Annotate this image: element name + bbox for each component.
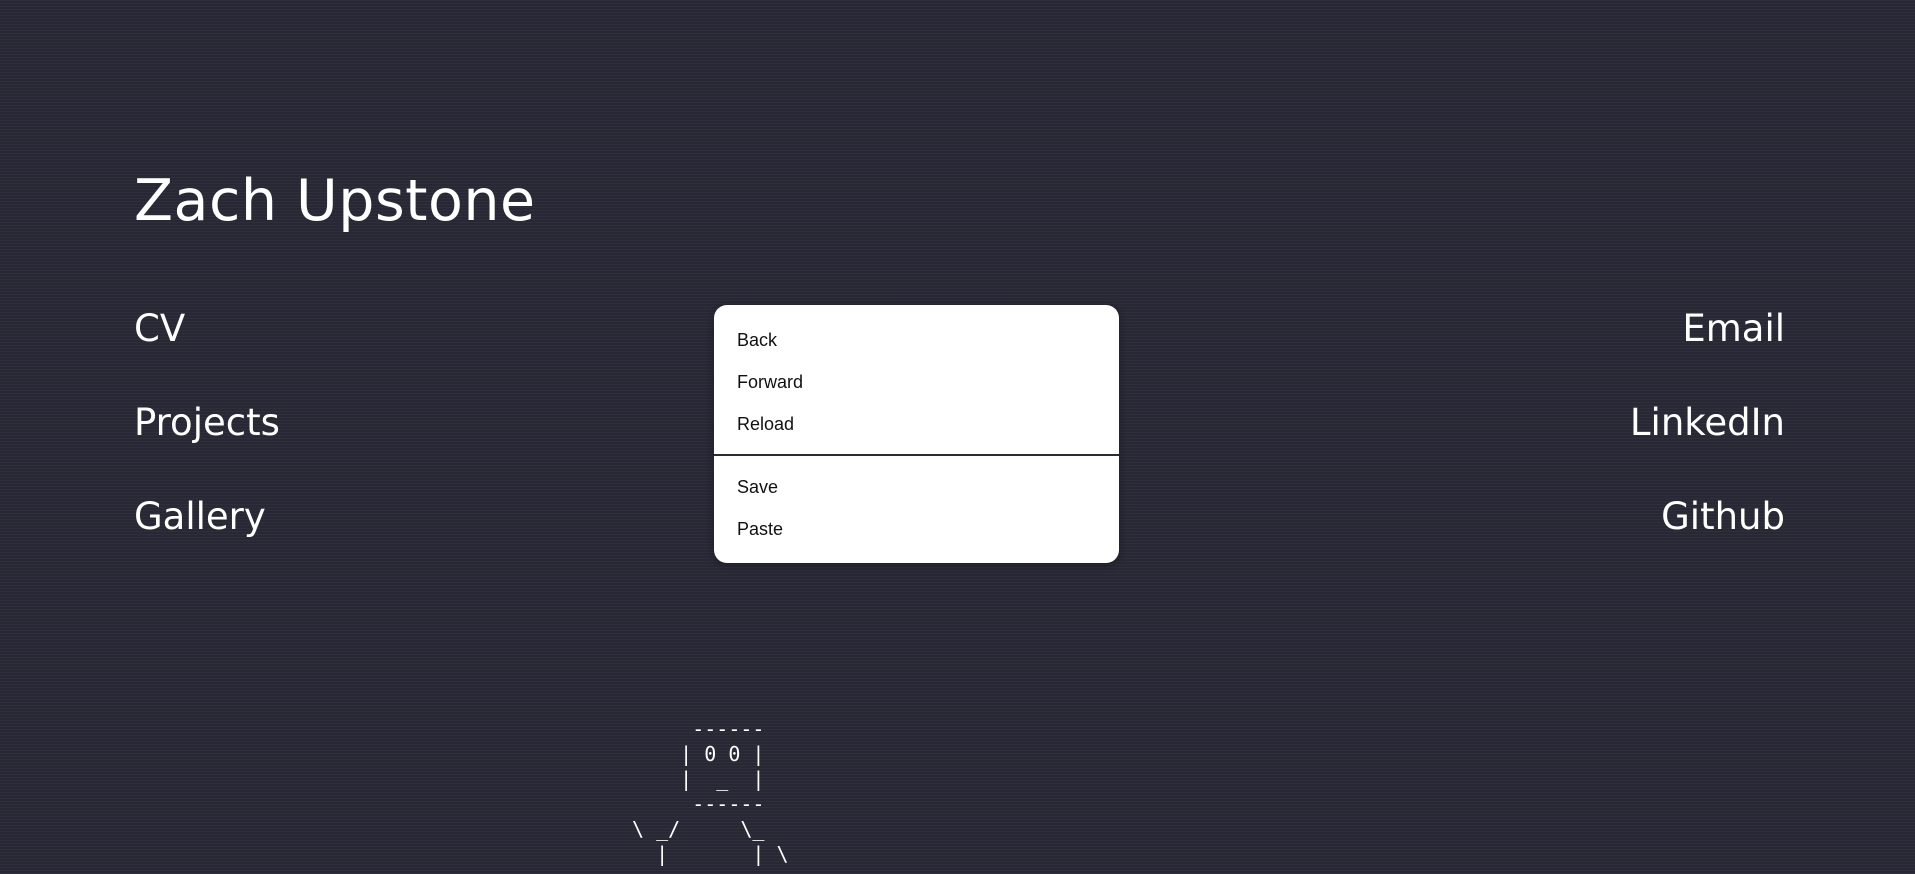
- menu-item-back[interactable]: Back: [714, 319, 1119, 361]
- nav-link-gallery[interactable]: Gallery: [134, 492, 266, 542]
- ascii-robot-art: ------ | 0 0 | | _ | ------ \ _/ \_ | | …: [632, 717, 789, 866]
- nav-link-github[interactable]: Github: [1661, 492, 1785, 542]
- menu-item-reload[interactable]: Reload: [714, 403, 1119, 445]
- menu-item-save[interactable]: Save: [714, 466, 1119, 508]
- nav-link-email[interactable]: Email: [1682, 304, 1785, 354]
- nav-link-projects[interactable]: Projects: [134, 398, 280, 448]
- nav-link-cv[interactable]: CV: [134, 304, 185, 354]
- nav-link-linkedin[interactable]: LinkedIn: [1630, 398, 1785, 448]
- page-title: Zach Upstone: [134, 168, 536, 234]
- menu-item-forward[interactable]: Forward: [714, 361, 1119, 403]
- context-menu: Back Forward Reload Save Paste: [714, 305, 1119, 563]
- menu-item-paste[interactable]: Paste: [714, 508, 1119, 550]
- menu-divider: [714, 454, 1119, 456]
